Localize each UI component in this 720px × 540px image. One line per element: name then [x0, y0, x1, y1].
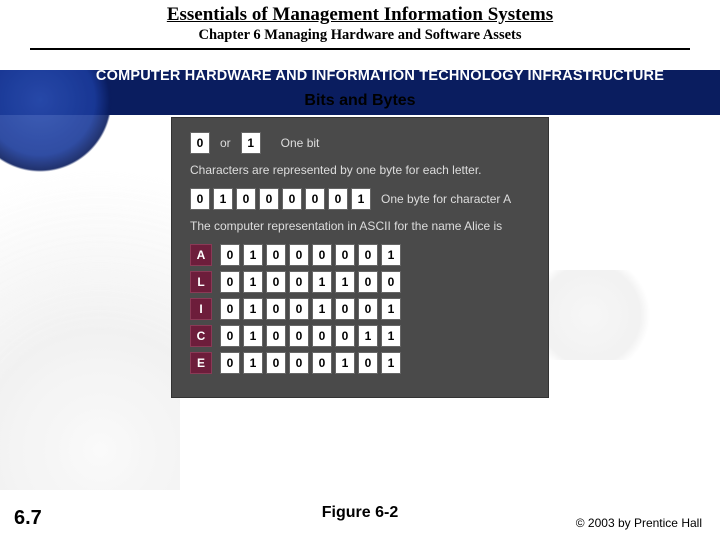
bit-cell: 1 — [381, 244, 401, 266]
bit-cell: 1 — [381, 325, 401, 347]
bit-cell: 1 — [243, 244, 263, 266]
ascii-bits: 01001100 — [220, 271, 401, 293]
ascii-letter: L — [190, 271, 212, 293]
bit-cell: 1 — [351, 188, 371, 210]
ascii-row: L01001100 — [190, 271, 530, 293]
section-heading: COMPUTER HARDWARE AND INFORMATION TECHNO… — [0, 50, 720, 84]
bit-cell: 0 — [289, 244, 309, 266]
ascii-row: C01000011 — [190, 325, 530, 347]
ascii-row: I01001001 — [190, 298, 530, 320]
ascii-bits: 01000101 — [220, 352, 401, 374]
ascii-letter: I — [190, 298, 212, 320]
bit-cell: 1 — [381, 352, 401, 374]
bit-cell: 1 — [358, 325, 378, 347]
byte-sample-cells: 01000001 — [190, 188, 371, 210]
bit-cell: 0 — [381, 271, 401, 293]
bit-cell: 0 — [312, 244, 332, 266]
copyright: © 2003 by Prentice Hall — [576, 516, 702, 530]
bit-cell: 0 — [190, 188, 210, 210]
bit-cell: 0 — [220, 325, 240, 347]
bit-cell: 0 — [312, 352, 332, 374]
byte-caption: Characters are represented by one byte f… — [190, 162, 530, 178]
ascii-row: A01000001 — [190, 244, 530, 266]
bit-cell: 0 — [358, 271, 378, 293]
bit-cell: 1 — [241, 132, 261, 154]
bit-cell: 0 — [305, 188, 325, 210]
ascii-bits: 01000011 — [220, 325, 401, 347]
bit-cell: 0 — [220, 244, 240, 266]
bit-cell: 1 — [312, 298, 332, 320]
bit-cell: 0 — [266, 271, 286, 293]
one-bit-caption: One bit — [281, 136, 320, 150]
bit-cell: 0 — [220, 298, 240, 320]
byte-sample-row: 01000001 One byte for character A — [190, 188, 530, 210]
bit-cell: 0 — [236, 188, 256, 210]
bit-cell: 0 — [266, 244, 286, 266]
bit-cell: 1 — [381, 298, 401, 320]
bit-cell: 0 — [289, 325, 309, 347]
or-label: or — [220, 136, 231, 150]
bit-cell: 1 — [243, 352, 263, 374]
bits-bytes-panel: 0 or 1 One bit Characters are represente… — [172, 118, 548, 397]
bit-cell: 0 — [358, 244, 378, 266]
ascii-letter: A — [190, 244, 212, 266]
bit-cell: 0 — [266, 325, 286, 347]
header: Essentials of Management Information Sys… — [0, 0, 720, 50]
bit-cell: 0 — [335, 325, 355, 347]
bit-cell: 0 — [190, 132, 210, 154]
bit-cell: 0 — [335, 298, 355, 320]
ascii-letter: C — [190, 325, 212, 347]
byte-sample-label: One byte for character A — [381, 192, 511, 206]
book-title: Essentials of Management Information Sys… — [0, 4, 720, 26]
bit-cell: 1 — [213, 188, 233, 210]
bit-cell: 0 — [282, 188, 302, 210]
bit-cell: 1 — [312, 271, 332, 293]
bit-cell: 1 — [335, 271, 355, 293]
bit-cell: 1 — [335, 352, 355, 374]
ascii-rows: A01000001L01001100I01001001C01000011E010… — [190, 244, 530, 374]
ascii-intro: The computer representation in ASCII for… — [190, 218, 530, 234]
ascii-bits: 01000001 — [220, 244, 401, 266]
bit-cell: 0 — [266, 352, 286, 374]
bit-cell: 0 — [289, 298, 309, 320]
bit-cell: 0 — [220, 271, 240, 293]
ascii-letter: E — [190, 352, 212, 374]
bit-cell: 0 — [312, 325, 332, 347]
bit-cell: 0 — [289, 271, 309, 293]
bit-cell: 0 — [328, 188, 348, 210]
chapter-line: Chapter 6 Managing Hardware and Software… — [0, 27, 720, 44]
bit-cell: 1 — [243, 271, 263, 293]
page-number: 6.7 — [14, 507, 42, 530]
bit-cell: 0 — [358, 298, 378, 320]
bit-cell: 0 — [335, 244, 355, 266]
slide-title: Bits and Bytes — [0, 92, 720, 110]
bit-cell: 0 — [266, 298, 286, 320]
ascii-bits: 01001001 — [220, 298, 401, 320]
bit-cell: 1 — [243, 325, 263, 347]
slide-content: Bits and Bytes 0 or 1 One bit Characters… — [0, 92, 720, 397]
bit-cell: 0 — [220, 352, 240, 374]
footer: 6.7 © 2003 by Prentice Hall — [0, 507, 720, 530]
bit-cell: 1 — [243, 298, 263, 320]
bit-cell: 0 — [358, 352, 378, 374]
bit-cell: 0 — [259, 188, 279, 210]
one-bit-row: 0 or 1 One bit — [190, 132, 530, 154]
ascii-row: E01000101 — [190, 352, 530, 374]
bit-cell: 0 — [289, 352, 309, 374]
